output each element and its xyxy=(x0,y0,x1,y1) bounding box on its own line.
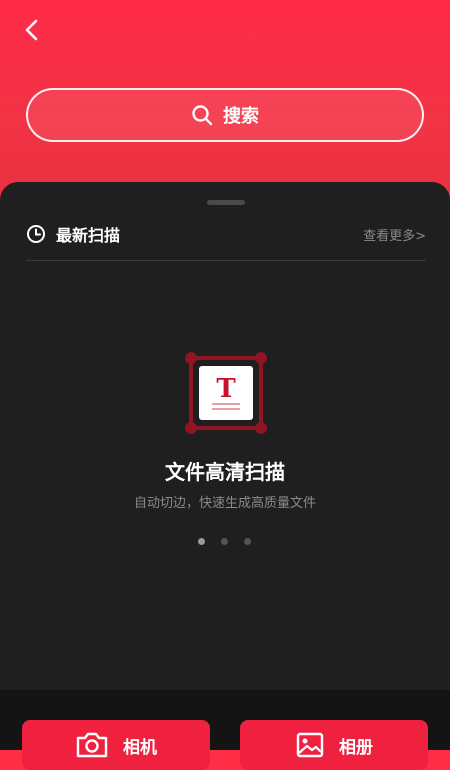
carousel-indicator xyxy=(198,538,251,545)
divider xyxy=(26,260,426,261)
feature-title: 文件高清扫描 xyxy=(165,460,285,484)
drag-handle[interactable] xyxy=(207,200,245,205)
album-button[interactable]: 相册 xyxy=(240,720,428,770)
image-icon xyxy=(296,732,324,758)
search-bar[interactable]: 搜索 xyxy=(26,88,424,142)
document-scan-icon: T xyxy=(185,352,267,434)
back-button[interactable] xyxy=(18,16,46,44)
recent-title: 最新扫描 xyxy=(56,226,121,245)
camera-button[interactable]: 相机 xyxy=(22,720,210,770)
search-icon xyxy=(192,105,213,126)
chevron-left-icon xyxy=(25,19,38,41)
recent-header: 最新扫描 查看更多> xyxy=(26,220,426,248)
camera-label: 相机 xyxy=(123,737,157,758)
carousel-dot-1[interactable] xyxy=(198,538,205,545)
album-label: 相册 xyxy=(339,737,373,758)
carousel-dot-3[interactable] xyxy=(244,538,251,545)
bottom-action-bar: 相机 相册 xyxy=(0,690,450,770)
view-more-link[interactable]: 查看更多> xyxy=(363,225,426,244)
header: 搜索 xyxy=(0,0,450,200)
search-label: 搜索 xyxy=(223,106,259,127)
feature-icon-letter: T xyxy=(216,374,236,404)
clock-icon xyxy=(27,225,45,243)
scan-panel: 最新扫描 查看更多> T 文件高清扫描 自动切边，快速生成高质量文件 xyxy=(0,182,450,702)
carousel-dot-2[interactable] xyxy=(221,538,228,545)
camera-icon xyxy=(76,732,108,758)
feature-subtitle: 自动切边，快速生成高质量文件 xyxy=(133,496,316,511)
